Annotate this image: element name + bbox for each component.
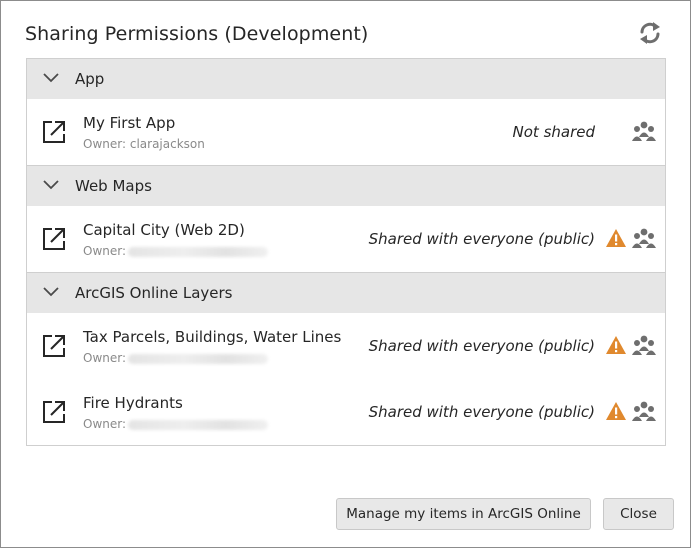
manage-items-button[interactable]: Manage my items in ArcGIS Online: [336, 498, 591, 530]
group-icon: [632, 121, 656, 141]
open-external-icon[interactable]: [41, 119, 67, 145]
item-owner: Owner:: [83, 351, 269, 365]
sharing-permissions-dialog: Sharing Permissions (Development) App My…: [0, 0, 691, 548]
list-item: Fire Hydrants Owner: Shared with everyon…: [27, 379, 665, 445]
sharing-status: Shared with everyone (public): [368, 337, 595, 355]
sharing-list: App My First App Owner: clarajackson Not…: [26, 58, 666, 446]
list-item: Capital City (Web 2D) Owner: Shared with…: [27, 206, 665, 273]
item-name: Capital City (Web 2D): [83, 221, 245, 239]
group-header-app[interactable]: App: [27, 59, 665, 99]
sharing-status: Not shared: [512, 123, 595, 141]
item-owner: Owner:: [83, 417, 269, 431]
redacted-owner: [128, 353, 269, 364]
item-owner: Owner: clarajackson: [83, 137, 205, 151]
chevron-down-icon: [43, 287, 59, 297]
warning-icon: [606, 336, 626, 354]
item-name: My First App: [83, 114, 176, 132]
open-external-icon[interactable]: [41, 399, 67, 425]
warning-icon: [606, 402, 626, 420]
group-icon: [632, 335, 656, 355]
close-button[interactable]: Close: [603, 498, 674, 530]
item-owner: Owner:: [83, 244, 269, 258]
group-label: Web Maps: [75, 177, 152, 195]
sharing-status: Shared with everyone (public): [368, 230, 595, 248]
group-icon: [632, 228, 656, 248]
item-name: Tax Parcels, Buildings, Water Lines: [83, 328, 342, 346]
open-external-icon[interactable]: [41, 333, 67, 359]
list-item: My First App Owner: clarajackson Not sha…: [27, 99, 665, 166]
group-label: ArcGIS Online Layers: [75, 284, 233, 302]
group-header-arcgis-online-layers[interactable]: ArcGIS Online Layers: [27, 273, 665, 313]
group-icon: [632, 401, 656, 421]
list-item: Tax Parcels, Buildings, Water Lines Owne…: [27, 313, 665, 379]
group-label: App: [75, 70, 105, 88]
redacted-owner: [128, 419, 269, 430]
dialog-title: Sharing Permissions (Development): [25, 23, 369, 45]
open-external-icon[interactable]: [41, 226, 67, 252]
sharing-status: Shared with everyone (public): [368, 403, 595, 421]
chevron-down-icon: [43, 180, 59, 190]
redacted-owner: [128, 246, 269, 257]
refresh-icon[interactable]: [637, 20, 663, 46]
warning-icon: [606, 229, 626, 247]
group-header-web-maps[interactable]: Web Maps: [27, 166, 665, 206]
chevron-down-icon: [43, 73, 59, 83]
item-name: Fire Hydrants: [83, 394, 183, 412]
